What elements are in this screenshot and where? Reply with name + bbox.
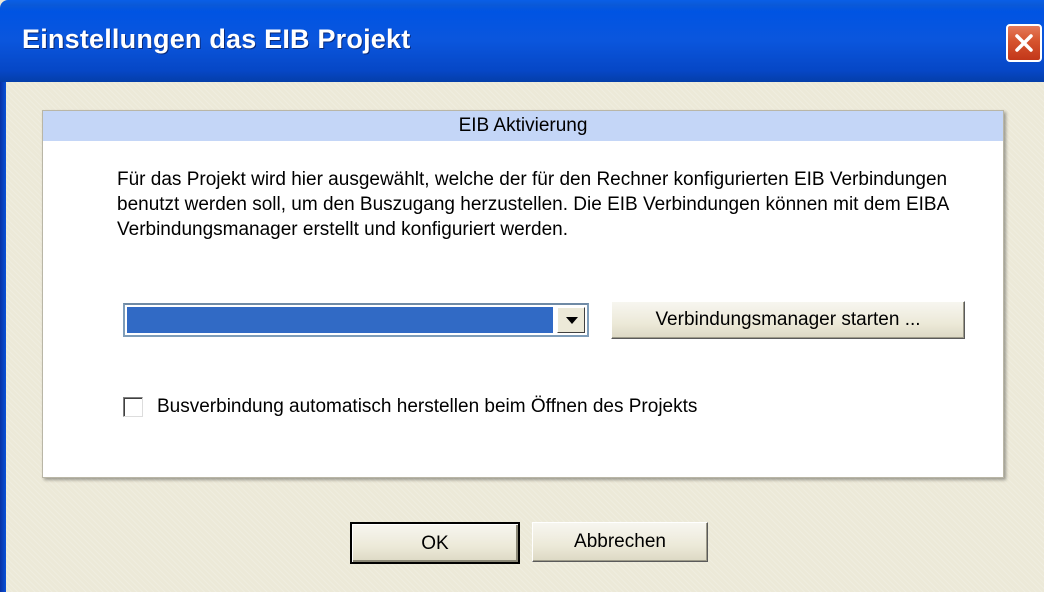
cancel-button[interactable]: Abbrechen [532, 522, 708, 562]
close-button[interactable] [1006, 24, 1042, 62]
auto-connect-label[interactable]: Busverbindung automatisch herstellen bei… [157, 394, 697, 420]
panel-header: EIB Aktivierung [43, 111, 1003, 141]
window-title: Einstellungen das EIB Projekt [22, 24, 411, 54]
connection-select[interactable] [123, 303, 589, 337]
start-connection-manager-button[interactable]: Verbindungsmanager starten ... [611, 301, 965, 339]
auto-connect-checkbox[interactable] [123, 397, 143, 417]
ok-button[interactable]: OK [350, 522, 520, 564]
connection-select-value [127, 307, 553, 333]
panel-description: Für das Projekt wird hier ausgewählt, we… [117, 169, 949, 240]
chevron-down-icon [566, 317, 578, 324]
title-bar[interactable]: Einstellungen das EIB Projekt [0, 0, 1044, 82]
dropdown-arrow-button[interactable] [557, 307, 585, 333]
dialog-window: Einstellungen das EIB Projekt EIB Aktivi… [0, 0, 1044, 592]
eib-activation-panel: EIB Aktivierung Für das Projekt wird hie… [42, 110, 1004, 478]
close-x-icon [1015, 34, 1033, 52]
dialog-client-area: EIB Aktivierung Für das Projekt wird hie… [6, 82, 1044, 592]
